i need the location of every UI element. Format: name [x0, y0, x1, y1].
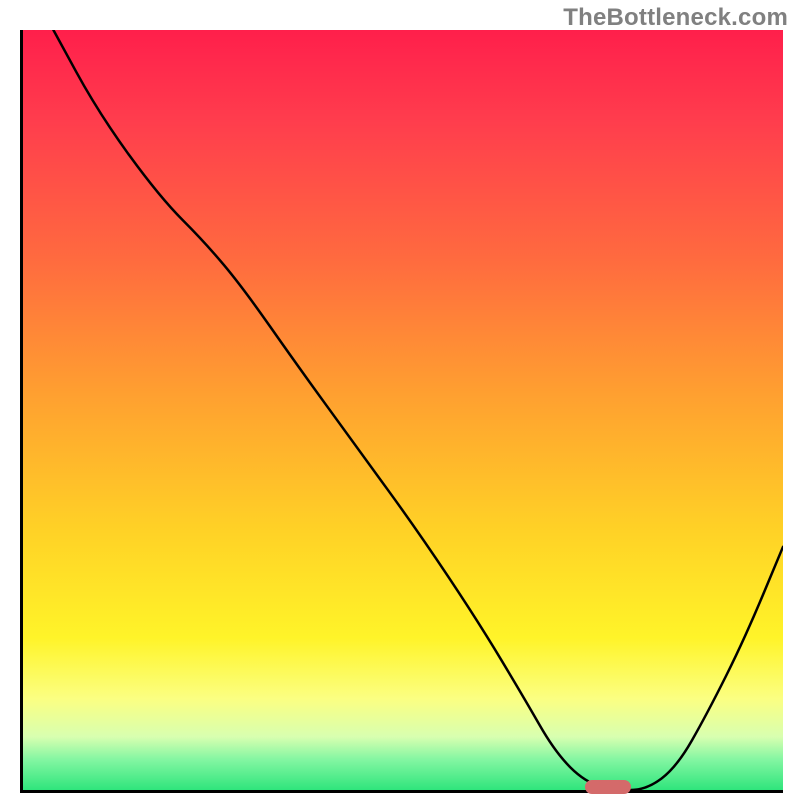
chart-container: TheBottleneck.com — [0, 0, 800, 800]
bottleneck-curve — [23, 30, 783, 790]
sweet-spot-marker — [585, 780, 631, 794]
plot-area — [20, 30, 783, 793]
watermark-label: TheBottleneck.com — [563, 4, 788, 32]
